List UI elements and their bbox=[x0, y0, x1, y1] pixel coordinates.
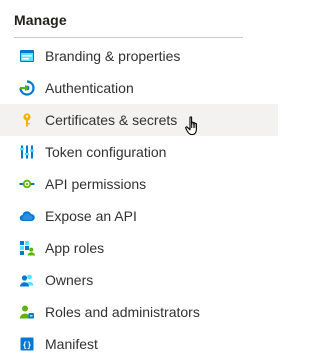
section-title-manage: Manage bbox=[14, 12, 67, 28]
nav-item-label: Branding & properties bbox=[45, 48, 181, 64]
nav-item-api-permissions[interactable]: API permissions bbox=[0, 168, 278, 200]
svg-text:{}: {} bbox=[22, 340, 31, 349]
manage-nav-list: Branding & properties Authentication Cer… bbox=[0, 40, 278, 360]
hand-cursor-icon bbox=[185, 116, 197, 136]
roles-administrators-icon bbox=[19, 304, 35, 320]
nav-item-label: Expose an API bbox=[45, 208, 137, 224]
nav-item-label: Manifest bbox=[45, 336, 98, 352]
nav-item-authentication[interactable]: Authentication bbox=[0, 72, 278, 104]
nav-item-label: API permissions bbox=[45, 176, 147, 192]
section-divider bbox=[14, 37, 243, 38]
nav-item-label: Token configuration bbox=[45, 144, 167, 160]
nav-item-label: Certificates & secrets bbox=[45, 112, 178, 128]
authentication-icon bbox=[19, 80, 35, 96]
cloud-icon bbox=[19, 208, 35, 224]
nav-item-label: App roles bbox=[45, 240, 105, 256]
nav-item-roles-administrators[interactable]: Roles and administrators bbox=[0, 296, 278, 328]
owners-icon bbox=[19, 272, 35, 288]
manifest-icon: {} bbox=[19, 336, 35, 352]
nav-item-label: Roles and administrators bbox=[45, 304, 200, 320]
nav-item-branding-properties[interactable]: Branding & properties bbox=[0, 40, 278, 72]
nav-item-label: Owners bbox=[45, 272, 94, 288]
nav-item-token-configuration[interactable]: Token configuration bbox=[0, 136, 278, 168]
nav-item-certificates-secrets[interactable]: Certificates & secrets bbox=[0, 104, 278, 136]
nav-item-app-roles[interactable]: App roles bbox=[0, 232, 278, 264]
nav-item-expose-an-api[interactable]: Expose an API bbox=[0, 200, 278, 232]
api-permissions-icon bbox=[19, 176, 35, 192]
token-configuration-icon bbox=[19, 144, 35, 160]
branding-icon bbox=[19, 48, 35, 64]
key-icon bbox=[19, 112, 35, 128]
app-roles-icon bbox=[19, 240, 35, 256]
nav-item-label: Authentication bbox=[45, 80, 134, 96]
nav-item-owners[interactable]: Owners bbox=[0, 264, 278, 296]
nav-item-manifest[interactable]: {} Manifest bbox=[0, 328, 278, 360]
